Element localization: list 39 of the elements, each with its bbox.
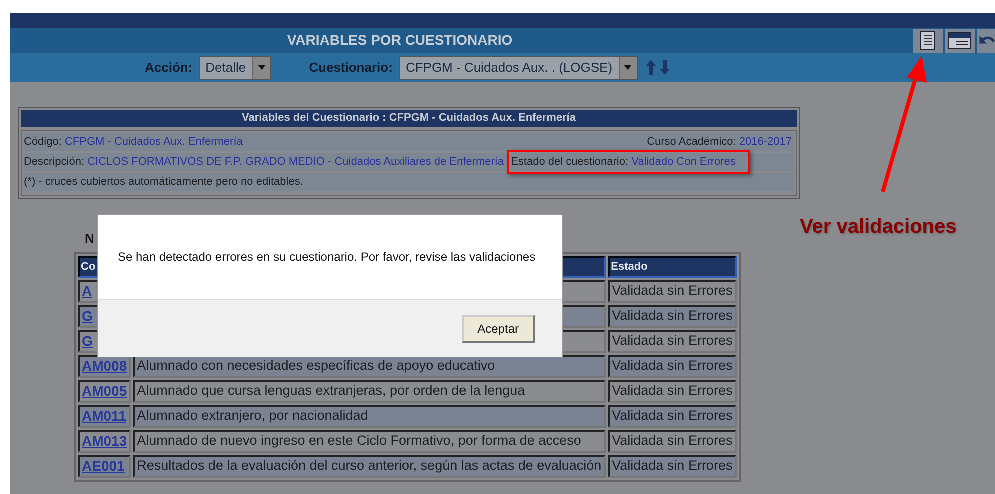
table-cell: Alumnado que cursa lenguas extranjeras, por orden de la lengua — [133, 380, 606, 402]
annotation-label: Ver validaciones — [800, 215, 957, 240]
field-label: Estado del cuestionario: — [511, 156, 629, 168]
table-cell: Validada sin Errores — [608, 354, 737, 378]
undo-icon[interactable] — [977, 29, 995, 53]
field-value[interactable]: Validado Con Errores — [632, 156, 736, 168]
filter-label: Acción: — [145, 58, 193, 77]
table-cell: Alumnado de nuevo ingreso en este Ciclo Formativo, por forma de acceso — [133, 430, 606, 452]
table-cell: Alumnado extranjero, por nacionalidad — [133, 404, 606, 428]
table-cell: Validada sin Errores — [608, 454, 737, 478]
section-heading: N — [85, 230, 96, 248]
panel-title: Variables del Cuestionario : CFPGM - Cuidados Aux. Enfermería — [21, 110, 797, 127]
filter-label: Cuestionario: — [309, 58, 393, 77]
dropdown[interactable]: Detalle — [198, 56, 272, 80]
table-cell: Resultados de la evaluación del curso anterior, según las actas de evaluación — [133, 454, 606, 478]
footnote: (*) - cruces cubiertos automáticamente pero no editables. — [24, 174, 304, 190]
variable-code-link[interactable]: G — [82, 308, 93, 324]
table-cell: Validada sin Errores — [608, 380, 737, 402]
caret-icon[interactable] — [258, 65, 266, 70]
table-cell: Validada sin Errores — [608, 430, 737, 452]
table-cell: Validada sin Errores — [608, 404, 737, 428]
variable-code-link[interactable]: A — [82, 282, 92, 298]
dropdown[interactable]: CFPGM - Cuidados Aux. . (LOGSE) — [398, 56, 638, 80]
field-value[interactable]: 2016-2017 — [739, 136, 792, 148]
window-icon[interactable] — [945, 29, 975, 53]
field-label: Código: — [24, 136, 62, 148]
field-label: Curso Académico: — [647, 136, 736, 148]
caret-icon[interactable] — [624, 65, 632, 70]
field-value[interactable]: CFPGM - Cuidados Aux. Enfermería — [64, 136, 243, 148]
table-cell: Validada sin Errores — [608, 280, 737, 302]
field-label: Descripción: — [24, 156, 85, 168]
accept-button[interactable]: Aceptar — [462, 314, 535, 342]
field-value[interactable]: CICLOS FORMATIVOS DE F.P. GRADO MEDIO - Cuidados Auxiliares de Enfermería — [88, 156, 504, 168]
document-icon[interactable] — [913, 29, 943, 53]
column-header: Estado — [608, 256, 737, 278]
table-cell: Validada sin Errores — [608, 304, 737, 328]
table-cell: Validada sin Errores — [608, 330, 737, 352]
page-title: VARIABLES POR CUESTIONARIO — [286, 31, 514, 50]
variable-code-link[interactable]: G — [82, 332, 93, 348]
